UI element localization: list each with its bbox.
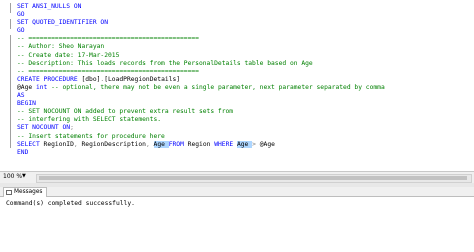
- code-line[interactable]: SET NOCOUNT ON;: [17, 124, 474, 132]
- code-token: @Age: [17, 83, 36, 91]
- code-token: END: [17, 148, 29, 156]
- code-token: @Age: [259, 140, 275, 148]
- code-token: ,: [145, 140, 154, 148]
- code-token: int: [35, 83, 52, 91]
- code-token: -- SET NOCOUNT ON added to prevent extra…: [17, 108, 234, 116]
- highlighted-token: Age: [153, 140, 169, 148]
- code-line[interactable]: CREATE PROCEDURE [dbo].[LoadPRegionDetai…: [17, 76, 474, 84]
- fold-line: [10, 19, 11, 29]
- messages-icon: [6, 190, 12, 195]
- code-line[interactable]: -- Description: This loads records from …: [17, 60, 474, 68]
- code-line[interactable]: SET QUOTED_IDENTIFIER ON: [17, 19, 474, 27]
- tab-messages-label: Messages: [14, 189, 43, 195]
- editor-gutter: [0, 0, 14, 171]
- code-line[interactable]: @Age int -- optional, there may not be e…: [17, 84, 474, 92]
- code-line[interactable]: GO: [17, 11, 474, 19]
- zoom-level[interactable]: 100 %: [3, 173, 22, 180]
- code-token: -- =====================================…: [17, 35, 199, 43]
- code-token: SET NOCOUNT ON: [17, 124, 71, 132]
- code-token: AS: [17, 92, 25, 100]
- tab-messages[interactable]: Messages: [3, 187, 48, 197]
- code-token: -- interfering with SELECT statements.: [17, 116, 162, 124]
- highlighted-token: Age: [236, 140, 253, 148]
- code-token: -- Create date: 17-Mar-2015: [17, 51, 120, 59]
- code-line[interactable]: -- =====================================…: [17, 35, 474, 43]
- code-line[interactable]: BEGIN: [17, 100, 474, 108]
- code-token: FROM: [168, 140, 188, 148]
- code-token: -- Description: This loads records from …: [17, 59, 313, 67]
- code-line[interactable]: -- Author: Sheo Narayan: [17, 43, 474, 51]
- code-token: [dbo]: [81, 75, 101, 83]
- code-text[interactable]: SET ANSI_NULLS ON GO SET QUOTED_IDENTIFIER…: [17, 3, 474, 157]
- scrollbar-thumb[interactable]: [39, 176, 467, 180]
- code-token: WHERE: [214, 140, 237, 148]
- code-token: BEGIN: [17, 100, 36, 108]
- code-line[interactable]: SET ANSI_NULLS ON: [17, 3, 474, 11]
- results-tabbar: Messages: [0, 187, 474, 197]
- fold-line: [10, 35, 11, 148]
- code-token: GO: [17, 11, 25, 19]
- code-token: -- =====================================…: [17, 67, 199, 75]
- chevron-down-icon[interactable]: ▼: [22, 173, 26, 179]
- code-line[interactable]: -- =====================================…: [17, 68, 474, 76]
- code-token: SELECT: [17, 140, 44, 148]
- messages-panel[interactable]: Command(s) completed successfully.: [0, 197, 474, 252]
- code-token: RegionDescription: [81, 140, 146, 148]
- code-token: -- Insert statements for procedure here: [17, 132, 165, 140]
- code-line[interactable]: SELECT RegionID, RegionDescription, Age …: [17, 140, 474, 149]
- code-token: CREATE PROCEDURE: [17, 75, 82, 83]
- code-token: Region: [187, 140, 215, 148]
- code-token: [LoadPRegionDetails]: [104, 75, 181, 83]
- code-line[interactable]: END: [17, 149, 474, 157]
- fold-line: [10, 3, 11, 13]
- code-token: GO: [17, 27, 25, 35]
- code-line[interactable]: -- interfering with SELECT statements.: [17, 116, 474, 124]
- code-token: -- Author: Sheo Narayan: [17, 43, 105, 51]
- code-line[interactable]: GO: [17, 27, 474, 35]
- code-token: >: [252, 140, 260, 148]
- query-editor[interactable]: SET ANSI_NULLS ON GO SET QUOTED_IDENTIFIER…: [0, 0, 474, 171]
- code-line[interactable]: -- Insert statements for procedure here: [17, 133, 474, 141]
- code-line[interactable]: AS: [17, 92, 474, 100]
- message-text: Command(s) completed successfully.: [6, 200, 135, 207]
- code-token: RegionID: [43, 140, 74, 148]
- code-token: -- optional, there may not be even a sin…: [51, 83, 385, 91]
- code-line[interactable]: -- Create date: 17-Mar-2015: [17, 52, 474, 60]
- code-line[interactable]: -- SET NOCOUNT ON added to prevent extra…: [17, 108, 474, 116]
- code-token: SET ANSI_NULLS ON: [17, 3, 82, 10]
- code-token: SET QUOTED_IDENTIFIER ON: [17, 19, 108, 27]
- code-token: ;: [70, 124, 74, 132]
- horizontal-scrollbar[interactable]: [36, 174, 472, 183]
